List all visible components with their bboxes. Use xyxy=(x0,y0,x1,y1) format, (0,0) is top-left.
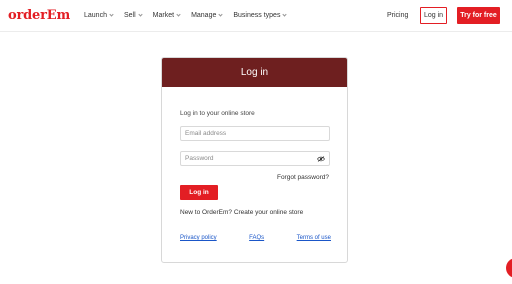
nav-launch[interactable]: Launch xyxy=(84,12,114,19)
nav-manage[interactable]: Manage xyxy=(191,12,223,19)
nav-business-types-label: Business types xyxy=(233,12,281,19)
chevron-down-icon xyxy=(138,12,143,17)
terms-of-use-link[interactable]: Terms of use xyxy=(297,235,331,241)
email-field[interactable]: Email address xyxy=(180,126,330,141)
nav-market-label: Market xyxy=(152,12,175,19)
nav-launch-label: Launch xyxy=(84,12,107,19)
top-navigation-bar: orderEm Launch Sell Market Manage Busine… xyxy=(0,0,512,32)
nav-market[interactable]: Market xyxy=(152,12,181,19)
orderem-logo[interactable]: orderEm xyxy=(8,8,70,23)
chevron-down-icon xyxy=(218,12,223,17)
nav-sell-label: Sell xyxy=(123,12,136,19)
faqs-link[interactable]: FAQs xyxy=(249,235,264,241)
header-login-button[interactable]: Log in xyxy=(420,7,447,24)
forgot-password-link[interactable]: Forgot password? xyxy=(277,174,329,181)
nav-business-types[interactable]: Business types xyxy=(233,12,288,19)
footer-links: Privacy policy FAQs Terms of use xyxy=(180,235,331,241)
chevron-down-icon xyxy=(176,12,181,17)
login-button[interactable]: Log in xyxy=(180,185,218,200)
eye-slash-icon[interactable] xyxy=(317,156,325,162)
nav-sell[interactable]: Sell xyxy=(123,12,143,19)
chevron-down-icon xyxy=(282,12,288,17)
nav-manage-label: Manage xyxy=(191,12,217,19)
try-for-free-button[interactable]: Try for free xyxy=(457,7,500,24)
main-nav: Launch Sell Market Manage Business types xyxy=(84,12,297,19)
login-subtitle: Log in to your online store xyxy=(180,110,255,117)
password-placeholder: Password xyxy=(185,155,214,162)
chevron-down-icon xyxy=(109,12,114,17)
chat-bubble-icon[interactable] xyxy=(506,258,512,278)
nav-pricing[interactable]: Pricing xyxy=(387,12,408,19)
login-card-title: Log in xyxy=(162,58,347,87)
create-store-text[interactable]: New to OrderEm? Create your online store xyxy=(180,209,303,216)
privacy-policy-link[interactable]: Privacy policy xyxy=(180,235,217,241)
login-card: Log in Log in to your online store Email… xyxy=(161,57,348,263)
password-field[interactable]: Password xyxy=(180,151,330,166)
